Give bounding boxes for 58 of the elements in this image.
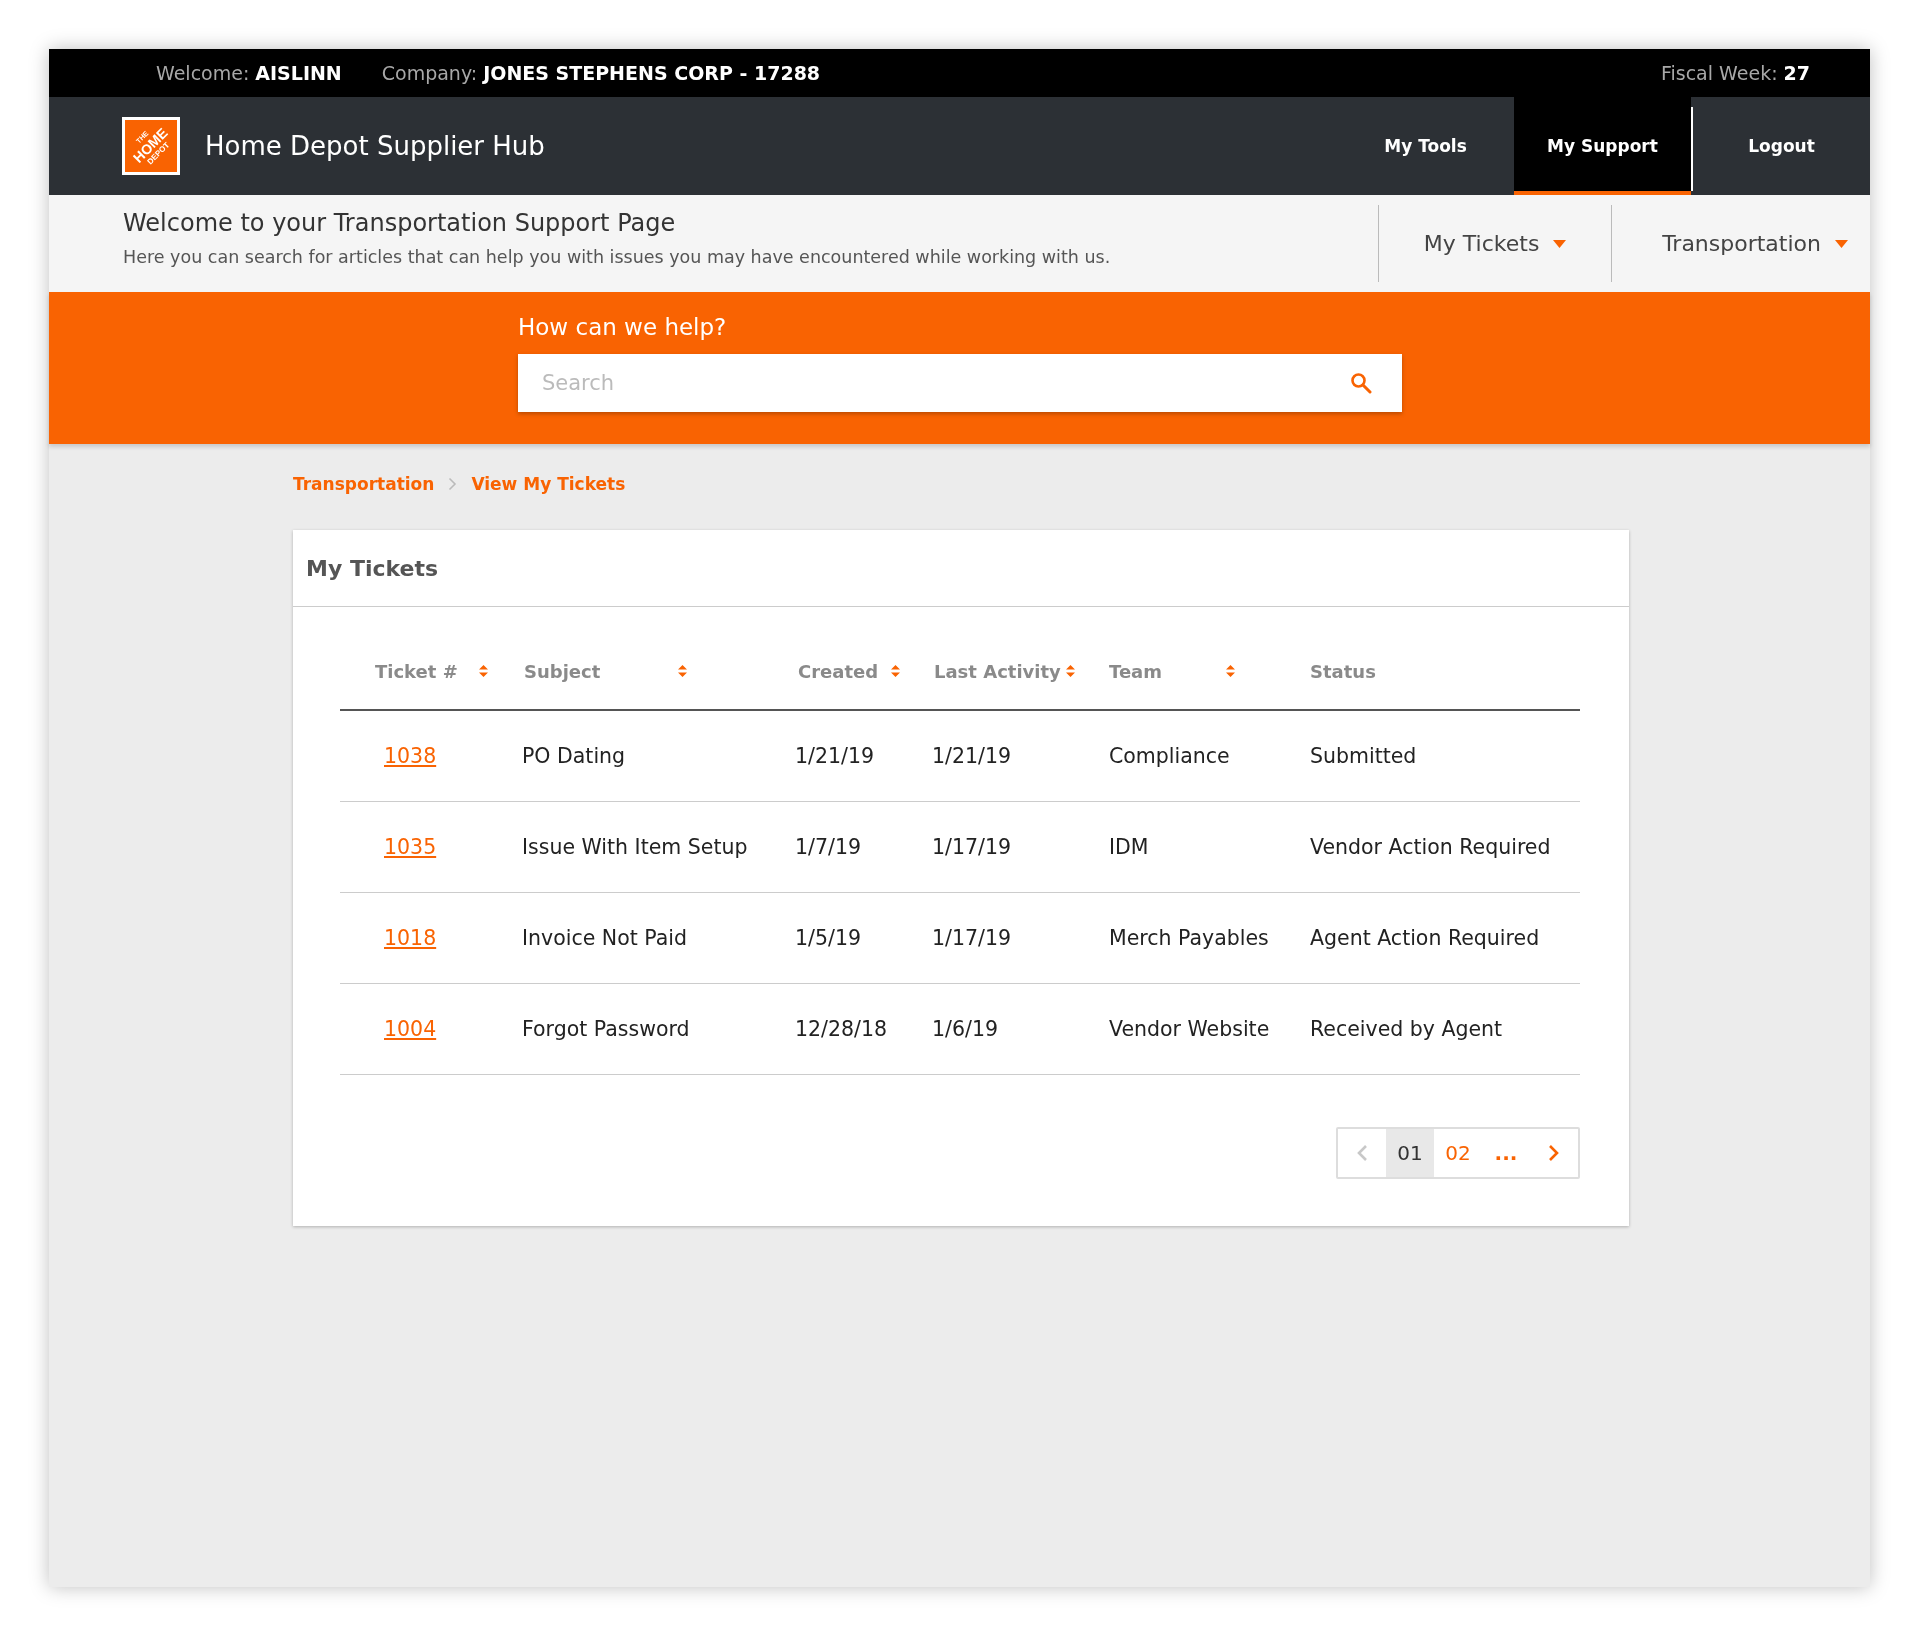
sort-icon[interactable] (1066, 665, 1075, 677)
dropdown-button[interactable]: Transportation (1611, 205, 1870, 282)
sort-icon[interactable] (891, 665, 900, 677)
ticket-link[interactable]: 1035 (384, 835, 437, 859)
table-cell: Vendor Action Required (1310, 835, 1551, 859)
nav-tab[interactable]: My Tools (1337, 97, 1514, 195)
welcome-text: Welcome: AISLINN (156, 62, 342, 84)
table-cell: 1/6/19 (932, 1017, 998, 1041)
nav-tab[interactable]: Logout (1693, 97, 1870, 195)
chevron-icon (448, 477, 458, 491)
column-header[interactable]: Last Activity (934, 660, 1061, 682)
caret-icon (1553, 239, 1567, 248)
breadcrumb-link[interactable]: View My Tickets (471, 474, 626, 494)
ticket-link[interactable]: 1018 (384, 926, 437, 950)
table-cell: IDM (1109, 835, 1149, 859)
table-cell: Forgot Password (522, 1017, 690, 1041)
column-header[interactable]: Team (1109, 660, 1162, 682)
table-cell: 1/21/19 (932, 744, 1012, 768)
fiscal-week-text: Fiscal Week: 27 (1660, 62, 1810, 84)
sort-icon[interactable] (678, 665, 687, 677)
card-title: My Tickets (306, 555, 439, 581)
page-button[interactable]: 01 (1386, 1129, 1434, 1177)
search-icon[interactable] (1350, 372, 1372, 394)
table-cell: Submitted (1310, 744, 1417, 768)
column-header[interactable]: Created (798, 660, 879, 682)
sort-icon[interactable] (1226, 665, 1235, 677)
breadcrumb-link[interactable]: Transportation (293, 474, 435, 494)
table-cell: 1/17/19 (932, 926, 1012, 950)
page-title: Welcome to your Transportation Support Page (123, 209, 677, 237)
column-header[interactable]: Status (1310, 660, 1376, 682)
dropdown-button[interactable]: My Tickets (1378, 205, 1612, 282)
table-cell: 1/5/19 (795, 926, 861, 950)
table-cell: 12/28/18 (795, 1017, 888, 1041)
table-cell: 1/7/19 (795, 835, 861, 859)
table-cell: Agent Action Required (1310, 926, 1540, 950)
chevron-left-icon (1356, 1144, 1368, 1162)
table-cell: Received by Agent (1310, 1017, 1503, 1041)
company-text: Company: JONES STEPHENS CORP - 17288 (381, 62, 821, 84)
app-title: Home Depot Supplier Hub (205, 131, 546, 161)
chevron-right-icon (1548, 1144, 1560, 1162)
table-cell: 1/17/19 (932, 835, 1012, 859)
table-cell: Invoice Not Paid (522, 926, 687, 950)
column-header[interactable]: Subject (524, 660, 601, 682)
caret-icon (1835, 239, 1848, 248)
search-heading: How can we help? (518, 314, 728, 340)
table-cell: Issue With Item Setup (522, 835, 748, 859)
ticket-link[interactable]: 1038 (384, 744, 437, 768)
column-header[interactable]: Ticket # (375, 660, 458, 682)
page-subtitle: Here you can search for articles that can help you with issues you may have encountered while working with us. (123, 247, 1112, 267)
table-cell: PO Dating (522, 744, 626, 768)
table-cell: Compliance (1109, 744, 1230, 768)
search-field[interactable]: Search (518, 354, 1402, 412)
ticket-link[interactable]: 1004 (384, 1017, 437, 1041)
sort-icon[interactable] (479, 665, 488, 677)
table-cell: Merch Payables (1109, 926, 1269, 950)
nav-tab[interactable]: My Support (1514, 97, 1691, 195)
table-cell: Vendor Website (1109, 1017, 1270, 1041)
table-cell: 1/21/19 (795, 744, 875, 768)
